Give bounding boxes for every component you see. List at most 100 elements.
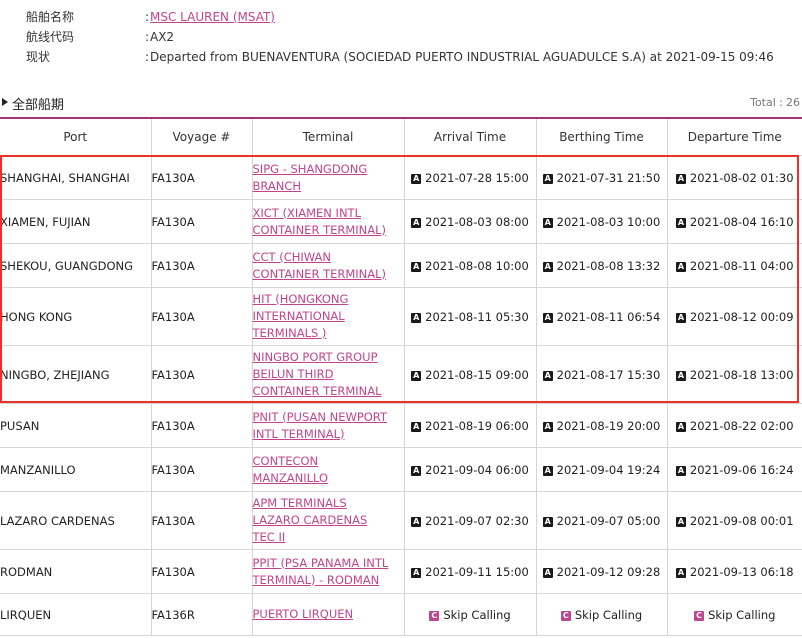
terminal-line: NINGBO PORT GROUP [252, 350, 378, 364]
status-label: 现状 [26, 50, 51, 64]
col-header-port: Port [0, 117, 152, 156]
actual-time-badge-icon: A [675, 370, 686, 381]
voyage-cell: FA130A [151, 155, 253, 200]
actual-time-badge-icon: A [542, 370, 553, 381]
status-row: 现状 : Departed from BUENAVENTURA (SOCIEDA… [0, 47, 802, 67]
table-body: SHANGHAI, SHANGHAI FA130A SIPG - SHANGDONG… [0, 155, 802, 636]
skip-calling-badge-icon: C [560, 610, 571, 621]
arrival-value: 2021-07-28 15:00 [425, 170, 529, 185]
col-header-terminal: Terminal [252, 117, 405, 156]
berthing-value: 2021-08-11 06:54 [556, 309, 661, 324]
terminal-line: TERMINAL) - RODMAN [252, 572, 380, 587]
departure-cell: A 2021-09-13 06:18 [667, 549, 802, 594]
actual-time-badge-icon: A [542, 217, 553, 228]
actual-time-badge-icon: A [411, 421, 422, 432]
departure-value: 2021-09-08 00:01 [689, 513, 794, 528]
terminal-line: INTL TERMINAL) [252, 426, 345, 441]
terminal-link[interactable]: PPIT (PSA PANAMA INTL TERMINAL) - RODMAN [253, 556, 389, 587]
terminal-line: TERMINALS ) [252, 326, 327, 340]
terminal-line: PPIT (PSA PANAMA INTL [252, 555, 389, 570]
port-cell: PUSAN [0, 403, 152, 448]
actual-time-badge-icon: A [542, 261, 553, 272]
terminal-link[interactable]: NINGBO PORT GROUP BEILUN THIRD CONTAINER T… [253, 350, 382, 398]
total-count: Total :26 [747, 96, 800, 109]
departure-cell: A 2021-08-04 16:10 [667, 199, 802, 244]
vessel-name-row: 船舶名称 : MSC LAUREN (MSAT) [0, 7, 802, 27]
port-cell: SHANGHAI, SHANGHAI [0, 155, 152, 200]
terminal-line: LAZARO CARDENAS [252, 513, 368, 527]
table-row: HONG KONG FA130A HIT (HONGKONG INTERNATIONA… [0, 287, 802, 346]
actual-time-badge-icon: A [675, 217, 686, 228]
terminal-cell: PNIT (PUSAN NEWPORT INTL TERMINAL) [252, 403, 405, 448]
arrival-cell: A 2021-09-11 15:00 [404, 549, 537, 594]
berthing-value: 2021-09-12 09:28 [556, 564, 661, 579]
actual-time-badge-icon: A [675, 312, 686, 323]
table-row: MANZANILLO FA130A CONTECON MANZANILLO A 2021-… [0, 447, 802, 492]
terminal-link[interactable]: SIPG - SHANGDONG BRANCH [253, 162, 368, 193]
departure-cell: A 2021-08-18 13:00 [667, 345, 802, 404]
berthing-cell: A 2021-08-11 06:54 [536, 287, 668, 346]
vessel-name-label: 船舶名称 [26, 10, 75, 24]
terminal-link[interactable]: CCT (CHIWAN CONTAINER TERMINAL) [253, 250, 387, 281]
table-row: NINGBO, ZHEJIANG FA130A NINGBO PORT GROUP B… [0, 345, 802, 404]
berthing-cell: A 2021-09-12 09:28 [536, 549, 668, 594]
status-colon: : [145, 50, 150, 64]
terminal-cell: PUERTO LIRQUEN [252, 593, 405, 636]
total-value: 26 [786, 96, 800, 109]
arrival-value: 2021-08-15 09:00 [425, 367, 529, 382]
terminal-cell: CONTECON MANZANILLO [252, 447, 405, 492]
port-cell: MANZANILLO [0, 447, 152, 492]
berthing-cell: A 2021-08-03 10:00 [536, 199, 668, 244]
terminal-line: HIT (HONGKONG [252, 292, 349, 306]
terminal-line: CCT (CHIWAN [252, 249, 332, 264]
port-cell: RODMAN [0, 549, 152, 594]
terminal-link[interactable]: XICT (XIAMEN INTL CONTAINER TERMINAL) [253, 206, 387, 237]
actual-time-badge-icon: A [411, 261, 422, 272]
terminal-link[interactable]: CONTECON MANZANILLO [253, 454, 329, 485]
terminal-line: PNIT (PUSAN NEWPORT [252, 409, 388, 424]
port-cell: LIRQUEN [0, 593, 152, 636]
actual-time-badge-icon: A [542, 516, 553, 527]
terminal-line: APM TERMINALS [252, 496, 347, 510]
berthing-value: 2021-08-08 13:32 [556, 258, 661, 273]
port-cell: LAZARO CARDENAS [0, 491, 152, 550]
table-row: PUSAN FA130A PNIT (PUSAN NEWPORT INTL TERMI… [0, 403, 802, 448]
skip-calling-badge-icon: C [694, 610, 705, 621]
arrival-cell: A 2021-07-28 15:00 [404, 155, 537, 200]
terminal-link[interactable]: PNIT (PUSAN NEWPORT INTL TERMINAL) [253, 410, 388, 441]
terminal-cell: CCT (CHIWAN CONTAINER TERMINAL) [252, 243, 405, 288]
departure-cell: A 2021-09-06 16:24 [667, 447, 802, 492]
departure-value: Skip Calling [708, 607, 776, 622]
actual-time-badge-icon: A [542, 465, 553, 476]
actual-time-badge-icon: A [542, 421, 553, 432]
vessel-name-link[interactable]: MSC LAUREN (MSAT) [150, 7, 275, 27]
service-code-value: AX2 [150, 30, 175, 44]
collapse-triangle-icon[interactable] [2, 98, 8, 106]
port-cell: SHEKOU, GUANGDONG [0, 243, 152, 288]
arrival-value: 2021-08-08 10:00 [425, 258, 529, 273]
actual-time-badge-icon: A [675, 261, 686, 272]
col-header-departure: Departure Time [667, 117, 802, 156]
departure-cell: A 2021-08-11 04:00 [667, 243, 802, 288]
voyage-cell: FA130A [151, 491, 253, 550]
terminal-line: CONTAINER TERMINAL) [252, 222, 387, 237]
departure-cell: A 2021-08-12 00:09 [667, 287, 802, 346]
terminal-link[interactable]: PUERTO LIRQUEN [253, 607, 354, 621]
actual-time-badge-icon: A [675, 465, 686, 476]
terminal-link[interactable]: HIT (HONGKONG INTERNATIONAL TERMINALS ) [253, 292, 349, 340]
col-header-voyage: Voyage # [151, 117, 253, 156]
departure-value: 2021-08-04 16:10 [689, 214, 794, 229]
arrival-cell: A 2021-08-03 08:00 [404, 199, 537, 244]
departure-value: 2021-08-02 01:30 [689, 170, 794, 185]
arrival-cell: C Skip Calling [404, 593, 537, 636]
section-title: 全部船期 [12, 98, 65, 113]
berthing-cell: A 2021-09-07 05:00 [536, 491, 668, 550]
voyage-cell: FA130A [151, 199, 253, 244]
terminal-link[interactable]: APM TERMINALS LAZARO CARDENAS TEC II [253, 496, 368, 544]
departure-value: 2021-08-22 02:00 [689, 418, 794, 433]
voyage-cell: FA130A [151, 345, 253, 404]
actual-time-badge-icon: A [542, 312, 553, 323]
berthing-cell: A 2021-08-19 20:00 [536, 403, 668, 448]
actual-time-badge-icon: A [411, 312, 422, 323]
voyage-cell: FA130A [151, 447, 253, 492]
